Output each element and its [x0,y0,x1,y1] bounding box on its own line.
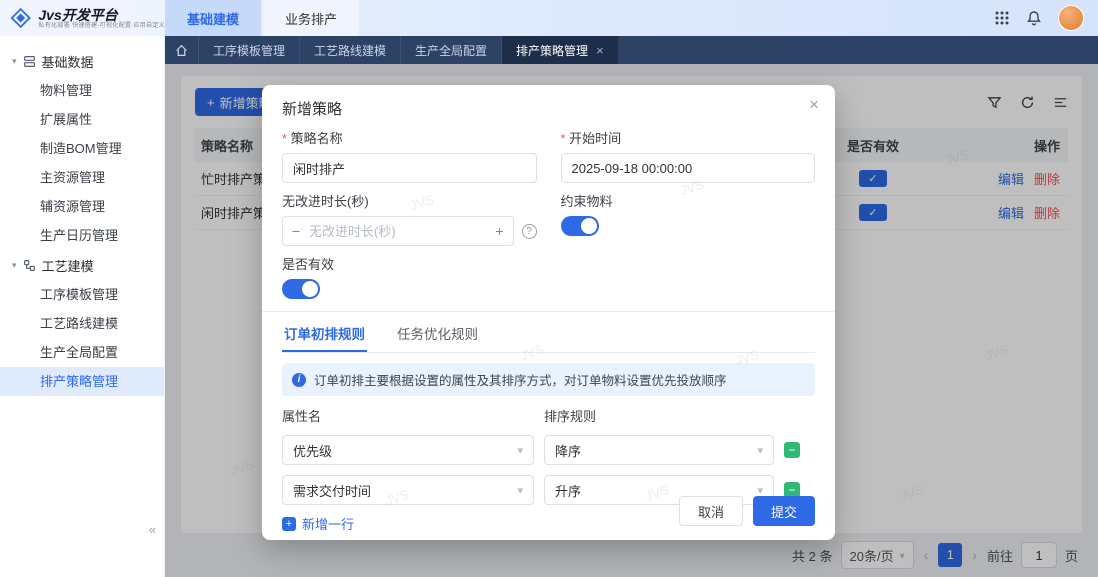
sidebar-item-manufacturing-bom[interactable]: 制造BOM管理 [0,134,164,163]
sidebar-item-extended-attributes[interactable]: 扩展属性 [0,105,164,134]
sidebar-group-label: 工艺建模 [42,256,94,275]
database-icon [23,55,36,68]
duration-field[interactable] [309,224,487,239]
dialog-title: 新增策略 [282,101,342,118]
cancel-button[interactable]: 取消 [679,496,743,526]
close-icon[interactable]: × [809,96,819,113]
sidebar-item-aux-resource[interactable]: 辅资源管理 [0,192,164,221]
increment-button[interactable]: + [487,223,513,239]
chevron-down-icon [12,57,17,66]
doc-tab-global-config[interactable]: 生产全局配置 [401,36,502,64]
attr-select[interactable]: 需求交付时间 [282,475,534,505]
bell-icon[interactable] [1026,10,1042,26]
chevron-down-icon [517,443,523,457]
decrement-button[interactable]: − [283,223,309,239]
tab-basic-modeling[interactable]: 基础建模 [165,0,261,36]
sidebar-group-label: 基础数据 [42,52,94,71]
app-logo[interactable]: Jvs开发平台 私有化部署·快速搭建·可视化配置·应用自定义 [0,0,165,36]
start-time-input[interactable] [561,153,816,183]
modeling-icon [23,259,36,272]
doc-tab-process-template[interactable]: 工序模板管理 [199,36,300,64]
plus-icon: + [282,517,296,531]
home-icon [175,44,188,57]
attr-select[interactable]: 优先级 [282,435,534,465]
is-valid-label: 是否有效 [282,254,537,273]
chevron-down-icon [12,261,17,270]
info-icon [292,373,306,387]
tab-business-scheduling[interactable]: 业务排产 [263,0,359,36]
strategy-name-label: 策略名称 [282,128,537,147]
chevron-down-icon [517,483,523,497]
app-subtitle: 私有化部署·快速搭建·可视化配置·应用自定义 [38,23,165,30]
tab-task-optimization-rules[interactable]: 任务优化规则 [395,314,480,352]
doc-tab-scheduling-strategy[interactable]: 排产策略管理 × [502,36,619,64]
sidebar-item-process-template[interactable]: 工序模板管理 [0,280,164,309]
attr-name-header: 属性名 [282,406,534,425]
chevron-down-icon [757,483,763,497]
chevron-down-icon [757,443,763,457]
tab-order-initial-rules[interactable]: 订单初排规则 [282,314,367,352]
start-time-label: 开始时间 [561,128,816,147]
logo-icon [10,7,31,29]
sidebar-group-basic-data[interactable]: 基础数据 [0,46,164,76]
constraint-material-toggle[interactable] [561,216,599,236]
app-header: Jvs开发平台 私有化部署·快速搭建·可视化配置·应用自定义 基础建模 业务排产 [0,0,1098,36]
duration-number-input[interactable]: − + [282,216,514,246]
divider [262,311,835,312]
sort-rule-header: 排序规则 [544,406,774,425]
sidebar-item-production-calendar[interactable]: 生产日历管理 [0,221,164,250]
constraint-material-label: 约束物料 [561,191,816,210]
apps-grid-icon[interactable] [994,10,1010,26]
close-tab-icon[interactable]: × [596,43,604,58]
sidebar-collapse-button[interactable]: « [149,522,156,537]
sort-select[interactable]: 降序 [544,435,774,465]
remove-row-button[interactable]: − [784,442,800,458]
sidebar-item-scheduling-strategy[interactable]: 排产策略管理 [0,367,164,396]
doc-tab-process-route[interactable]: 工艺路线建模 [300,36,401,64]
no-improve-duration-label: 无改进时长(秒) [282,191,537,210]
sidebar-item-global-config[interactable]: 生产全局配置 [0,338,164,367]
is-valid-toggle[interactable] [282,279,320,299]
submit-button[interactable]: 提交 [753,496,815,526]
home-tab[interactable] [165,36,199,64]
sidebar-item-material-management[interactable]: 物料管理 [0,76,164,105]
sidebar-item-main-resource[interactable]: 主资源管理 [0,163,164,192]
rule-tabs: 订单初排规则 任务优化规则 [282,314,815,353]
help-icon: ? [522,224,537,239]
strategy-name-input[interactable] [282,153,537,183]
document-tabbar: 工序模板管理 工艺路线建模 生产全局配置 排产策略管理 × [165,36,1098,64]
info-banner: 订单初排主要根据设置的属性及其排序方式，对订单物料设置优先投放顺序 [282,363,815,396]
add-strategy-dialog: 新增策略 × 策略名称 开始时间 无改进时长(秒) − + [262,85,835,540]
sidebar: 基础数据 物料管理 扩展属性 制造BOM管理 主资源管理 辅资源管理 生产日历管… [0,36,165,577]
module-tabs: 基础建模 业务排产 [165,0,361,36]
sidebar-group-process-modeling[interactable]: 工艺建模 [0,250,164,280]
app-title: Jvs开发平台 [38,7,165,23]
user-avatar[interactable] [1058,5,1084,31]
sidebar-item-process-route[interactable]: 工艺路线建模 [0,309,164,338]
info-text: 订单初排主要根据设置的属性及其排序方式，对订单物料设置优先投放顺序 [314,370,727,389]
